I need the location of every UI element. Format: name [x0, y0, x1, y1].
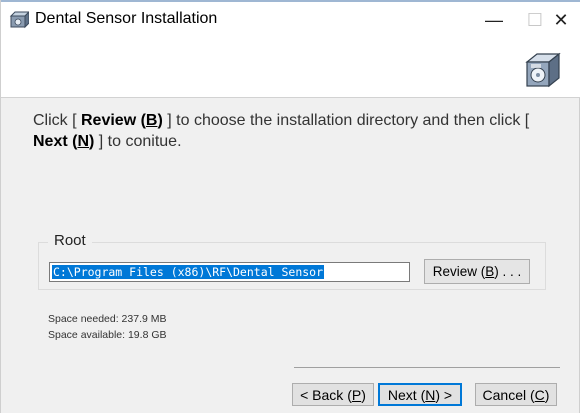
review-button-suffix: ) . . . [494, 264, 522, 279]
back-button-text: < Back ( [300, 386, 352, 403]
next-button-key: N [425, 386, 436, 403]
cancel-button-suffix: ) [544, 386, 550, 403]
review-button-key: B [485, 264, 495, 279]
cancel-button-text: Cancel ( [482, 386, 535, 403]
install-path-input[interactable]: C:\Program Files (x86)\RF\Dental Sensor [49, 262, 410, 282]
instruction-part: Click [ [33, 112, 81, 129]
next-button[interactable]: Next (N) > [378, 383, 462, 406]
review-button-text: Review ( [432, 264, 486, 279]
install-path-value: C:\Program Files (x86)\RF\Dental Sensor [52, 265, 325, 279]
back-button-key: P [351, 386, 362, 403]
close-button[interactable]: ✕ [541, 4, 580, 36]
cancel-button-key: C [534, 386, 545, 403]
space-available-text: Space available: 19.8 GB [48, 329, 167, 341]
instruction-next-label: Next (N) [33, 133, 94, 150]
root-group-label: Root [48, 232, 92, 249]
instruction-review-label: Review (B) [81, 112, 163, 129]
close-icon: ✕ [553, 9, 569, 30]
title-bar[interactable]: Dental Sensor Installation — ☐ ✕ [1, 2, 580, 36]
instruction-review-key: B [145, 112, 158, 129]
next-button-text: Next ( [387, 386, 426, 403]
minimize-button[interactable]: — [471, 4, 517, 36]
installer-box-icon [9, 11, 29, 29]
header-banner [1, 36, 580, 98]
installer-window: Dental Sensor Installation — ☐ ✕ Click [… [0, 0, 580, 413]
next-button-suffix: ) > [435, 386, 453, 403]
back-button-suffix: ) [361, 386, 366, 403]
space-needed-text: Space needed: 237.9 MB [48, 313, 167, 325]
instruction-review-word: Review ( [81, 112, 146, 129]
review-button[interactable]: Review (B) . . . [424, 259, 530, 284]
instruction-part: ] to conitue. [94, 133, 182, 150]
back-button[interactable]: < Back (P) [292, 383, 374, 406]
window-title: Dental Sensor Installation [35, 10, 218, 27]
instruction-next-key: N [77, 133, 90, 150]
cancel-button[interactable]: Cancel (C) [475, 383, 557, 406]
instruction-text: Click [ Review (B) ] to choose the insta… [33, 110, 553, 152]
instruction-next-word: Next ( [33, 133, 78, 150]
minimize-icon: — [485, 9, 503, 30]
installer-box-large-icon [525, 52, 561, 88]
instruction-part: ] to choose the installation directory a… [162, 112, 530, 129]
button-separator [294, 367, 560, 368]
